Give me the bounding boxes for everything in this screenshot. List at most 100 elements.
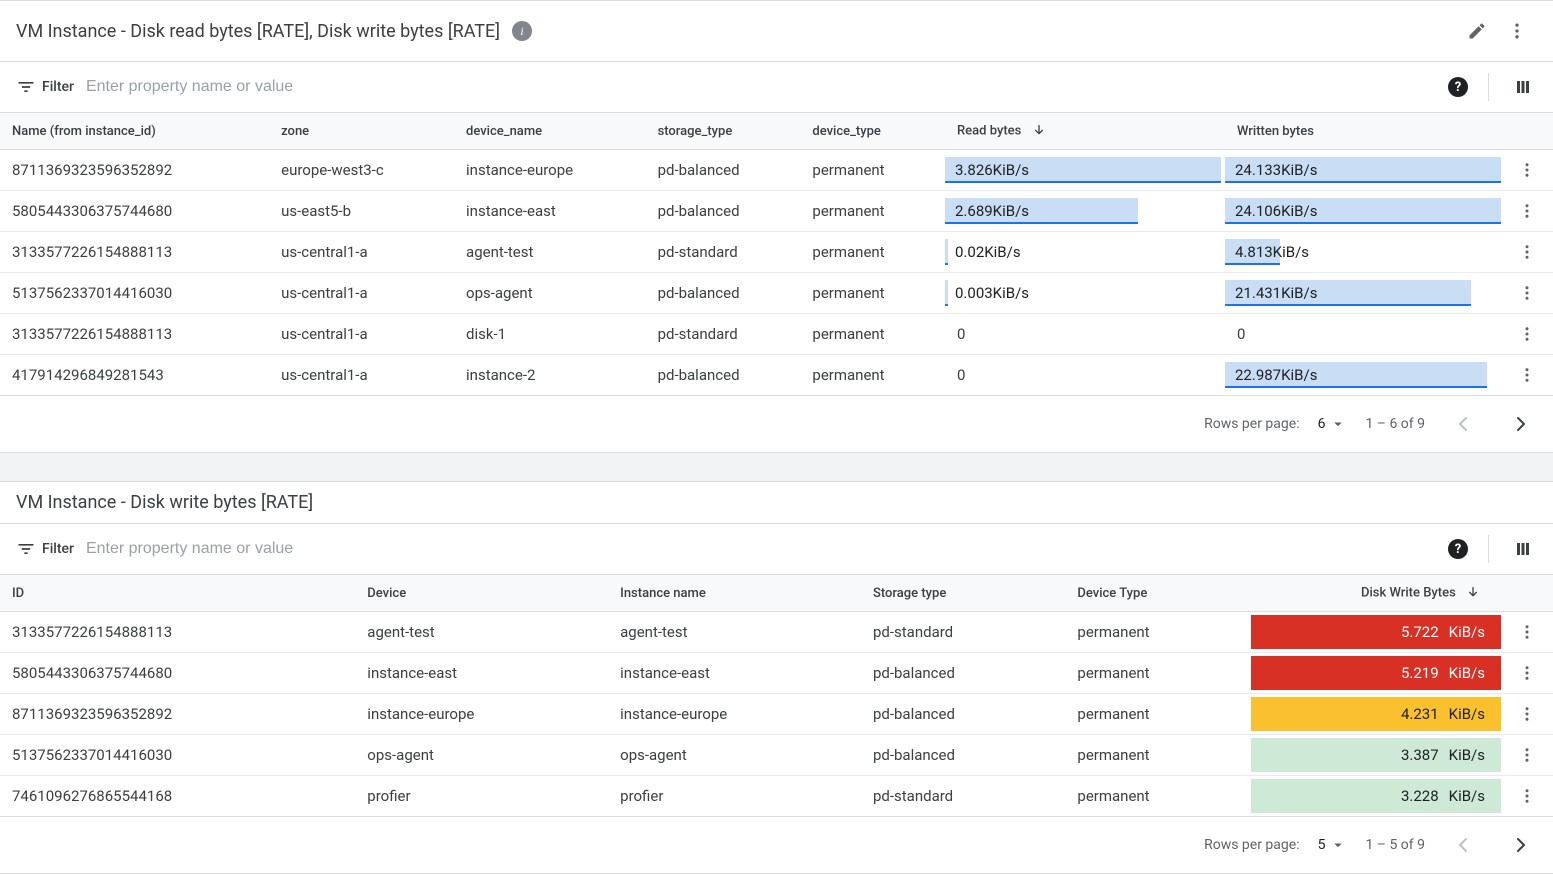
cell-instance: instance-east — [608, 653, 861, 694]
cell-id: 7461096276865544168 — [0, 776, 355, 817]
row-menu-button[interactable] — [1513, 279, 1541, 307]
cell-device: profier — [355, 776, 608, 817]
rows-per-page-select[interactable]: 6 — [1318, 415, 1348, 433]
panel2-table: ID Device Instance name Storage type Dev… — [0, 575, 1553, 817]
table-row: 5805443306375744680us-east5-binstance-ea… — [0, 191, 1553, 232]
cell-name: 5805443306375744680 — [0, 191, 269, 232]
row-menu-button[interactable] — [1513, 741, 1541, 769]
table-row: 3133577226154888113us-central1-aagent-te… — [0, 232, 1553, 273]
cell-device: instance-europe — [355, 694, 608, 735]
row-menu-button[interactable] — [1513, 197, 1541, 225]
cell-storage-type: pd-balanced — [646, 150, 801, 191]
row-menu-button[interactable] — [1513, 700, 1541, 728]
cell-devtype: permanent — [1065, 653, 1251, 694]
cell-storage-type: pd-balanced — [646, 191, 801, 232]
cell-storage-type: pd-standard — [646, 314, 801, 355]
cell-zone: us-east5-b — [269, 191, 454, 232]
row-menu-button[interactable] — [1513, 659, 1541, 687]
next-page-button[interactable] — [1501, 404, 1541, 444]
column-settings-button[interactable] — [1509, 535, 1537, 563]
cell-read-bytes: 2.689KiB/s — [941, 191, 1221, 232]
col-device-type[interactable]: device_type — [800, 113, 941, 150]
cell-written-bytes: 22.987KiB/s — [1221, 355, 1501, 396]
col-id[interactable]: ID — [0, 575, 355, 612]
cell-device-name: instance-east — [454, 191, 646, 232]
more-vert-icon — [1518, 623, 1536, 641]
more-vert-icon — [1518, 202, 1536, 220]
filter-list-icon — [16, 539, 36, 559]
row-menu-button[interactable] — [1513, 320, 1541, 348]
cell-written-bytes: 0 — [1221, 314, 1501, 355]
panel2-pager: Rows per page: 5 1 – 5 of 9 — [0, 817, 1553, 873]
cell-written-bytes: 4.813KiB/s — [1221, 232, 1501, 273]
col-instance[interactable]: Instance name — [608, 575, 861, 612]
more-vert-icon — [1518, 325, 1536, 343]
rows-per-page-label: Rows per page: — [1204, 837, 1299, 853]
filter-label: Filter — [16, 539, 74, 559]
rows-per-page-select[interactable]: 5 — [1318, 836, 1348, 854]
prev-page-button[interactable] — [1443, 825, 1483, 865]
cell-id: 5805443306375744680 — [0, 653, 355, 694]
cell-device-name: disk-1 — [454, 314, 646, 355]
more-vert-icon — [1518, 243, 1536, 261]
rows-per-page-label: Rows per page: — [1204, 416, 1299, 432]
cell-devtype: permanent — [1065, 694, 1251, 735]
cell-zone: us-central1-a — [269, 232, 454, 273]
more-vert-icon — [1507, 21, 1527, 41]
table-row: 3133577226154888113us-central1-adisk-1pd… — [0, 314, 1553, 355]
panel2-title: VM Instance - Disk write bytes [RATE] — [16, 492, 313, 513]
dropdown-icon — [1329, 836, 1347, 854]
cell-instance: profier — [608, 776, 861, 817]
panel-more-button[interactable] — [1497, 11, 1537, 51]
pencil-icon — [1467, 21, 1487, 41]
cell-read-bytes: 0.003KiB/s — [941, 273, 1221, 314]
col-storage-type[interactable]: storage_type — [646, 113, 801, 150]
col-name[interactable]: Name (from instance_id) — [0, 113, 269, 150]
col-device-name[interactable]: device_name — [454, 113, 646, 150]
col-written-bytes[interactable]: Written bytes — [1221, 113, 1501, 150]
cell-storage: pd-balanced — [861, 735, 1065, 776]
cell-devtype: permanent — [1065, 735, 1251, 776]
table-row: 5805443306375744680instance-eastinstance… — [0, 653, 1553, 694]
cell-written-bytes: 21.431KiB/s — [1221, 273, 1501, 314]
row-menu-button[interactable] — [1513, 361, 1541, 389]
info-icon[interactable]: i — [512, 21, 532, 41]
help-icon[interactable]: ? — [1448, 77, 1468, 97]
col-devtype[interactable]: Device Type — [1065, 575, 1251, 612]
cell-read-bytes: 0.02KiB/s — [941, 232, 1221, 273]
col-read-bytes[interactable]: Read bytes — [941, 113, 1221, 150]
row-menu-button[interactable] — [1513, 156, 1541, 184]
more-vert-icon — [1518, 161, 1536, 179]
col-device[interactable]: Device — [355, 575, 608, 612]
col-zone[interactable]: zone — [269, 113, 454, 150]
cell-disk-write: 3.387KiB/s — [1251, 735, 1501, 776]
chevron-left-icon — [1451, 412, 1475, 436]
help-icon[interactable]: ? — [1448, 539, 1468, 559]
col-storage[interactable]: Storage type — [861, 575, 1065, 612]
row-menu-button[interactable] — [1513, 238, 1541, 266]
table-row: 8711369323596352892europe-west3-cinstanc… — [0, 150, 1553, 191]
panel2-header-row: ID Device Instance name Storage type Dev… — [0, 575, 1553, 612]
panel1-header: VM Instance - Disk read bytes [RATE], Di… — [0, 1, 1553, 62]
row-menu-button[interactable] — [1513, 782, 1541, 810]
edit-button[interactable] — [1457, 11, 1497, 51]
cell-storage-type: pd-balanced — [646, 355, 801, 396]
col-write[interactable]: Disk Write Bytes — [1251, 575, 1501, 612]
panel2-filter-input[interactable] — [86, 530, 1436, 568]
cell-device-name: ops-agent — [454, 273, 646, 314]
prev-page-button[interactable] — [1443, 404, 1483, 444]
cell-storage: pd-standard — [861, 776, 1065, 817]
panel1-filter-input[interactable] — [86, 68, 1436, 106]
cell-device-type: permanent — [800, 191, 941, 232]
cell-device-name: instance-europe — [454, 150, 646, 191]
column-settings-button[interactable] — [1509, 73, 1537, 101]
panel1-pager: Rows per page: 6 1 – 6 of 9 — [0, 396, 1553, 452]
cell-device-name: instance-2 — [454, 355, 646, 396]
cell-storage-type: pd-balanced — [646, 273, 801, 314]
table-row: 7461096276865544168profierprofierpd-stan… — [0, 776, 1553, 817]
panel1-filter-row: Filter ? — [0, 62, 1553, 113]
cell-zone: us-central1-a — [269, 314, 454, 355]
next-page-button[interactable] — [1501, 825, 1541, 865]
row-menu-button[interactable] — [1513, 618, 1541, 646]
cell-id: 5137562337014416030 — [0, 735, 355, 776]
